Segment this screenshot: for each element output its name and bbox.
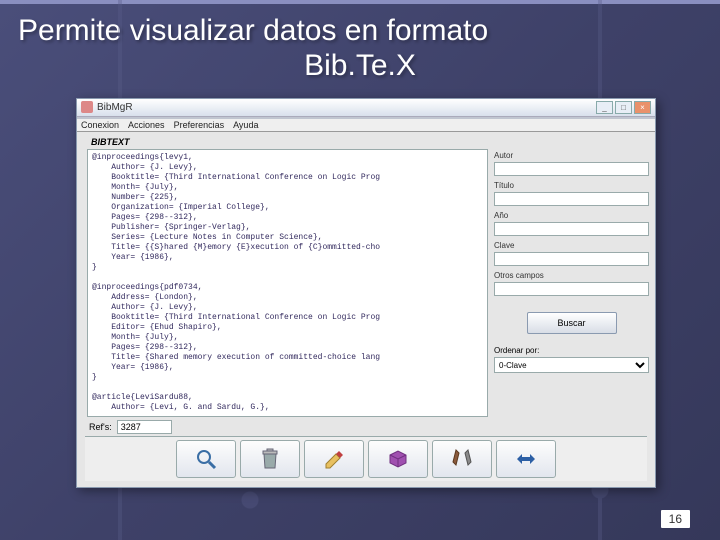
slide-title-line1: Permite visualizar datos en formato (18, 14, 488, 47)
menubar: Conexion Acciones Preferencias Ayuda (77, 117, 655, 132)
toolbar-delete-button[interactable] (240, 440, 300, 478)
input-titulo[interactable] (494, 192, 649, 206)
menu-preferencias[interactable]: Preferencias (174, 120, 225, 130)
search-button[interactable]: Buscar (527, 312, 617, 334)
minimize-button[interactable]: _ (596, 101, 613, 114)
arrows-icon (514, 447, 538, 471)
package-icon (386, 447, 410, 471)
workarea: BIBTEXT @inproceedings{levy1, Author= {J… (77, 132, 655, 436)
app-icon (81, 101, 93, 113)
toolbar-edit-button[interactable] (304, 440, 364, 478)
titlebar: BibMgR _ □ × (77, 99, 655, 117)
refs-label: Ref's: (89, 422, 112, 432)
label-clave: Clave (494, 241, 649, 250)
refs-row: Ref's: (89, 420, 488, 434)
slide-title-line2: Bib.Te.X (18, 49, 702, 84)
tools-icon (450, 447, 474, 471)
app-window: BibMgR _ □ × Conexion Acciones Preferenc… (76, 98, 656, 488)
input-autor[interactable] (494, 162, 649, 176)
page-number: 16 (661, 510, 690, 528)
menu-ayuda[interactable]: Ayuda (233, 120, 258, 130)
refs-input[interactable] (117, 420, 172, 434)
label-titulo: Título (494, 181, 649, 190)
order-row: Ordenar por: 0-Clave (494, 346, 649, 373)
menu-acciones[interactable]: Acciones (128, 120, 165, 130)
toolbar-search-button[interactable] (176, 440, 236, 478)
input-otros[interactable] (494, 282, 649, 296)
toolbar-package-button[interactable] (368, 440, 428, 478)
close-button[interactable]: × (634, 101, 651, 114)
toolbar-swap-button[interactable] (496, 440, 556, 478)
window-title: BibMgR (97, 102, 133, 113)
search-icon (194, 447, 218, 471)
label-autor: Autor (494, 151, 649, 160)
menu-conexion[interactable]: Conexion (81, 120, 119, 130)
left-column: BIBTEXT @inproceedings{levy1, Author= {J… (87, 136, 488, 436)
toolbar-tools-button[interactable] (432, 440, 492, 478)
trash-icon (258, 447, 282, 471)
label-otros: Otros campos (494, 271, 649, 280)
slide-title: Permite visualizar datos en formato Bib.… (0, 0, 720, 83)
maximize-button[interactable]: □ (615, 101, 632, 114)
bibtext-textarea[interactable]: @inproceedings{levy1, Author= {J. Levy},… (87, 149, 488, 417)
order-label: Ordenar por: (494, 346, 649, 355)
edit-icon (322, 447, 346, 471)
input-ano[interactable] (494, 222, 649, 236)
right-column: Autor Título Año Clave Otros campos Busc… (494, 136, 649, 436)
bibtext-label: BIBTEXT (91, 137, 488, 147)
order-select[interactable]: 0-Clave (494, 357, 649, 373)
toolbar (85, 436, 647, 481)
label-ano: Año (494, 211, 649, 220)
input-clave[interactable] (494, 252, 649, 266)
